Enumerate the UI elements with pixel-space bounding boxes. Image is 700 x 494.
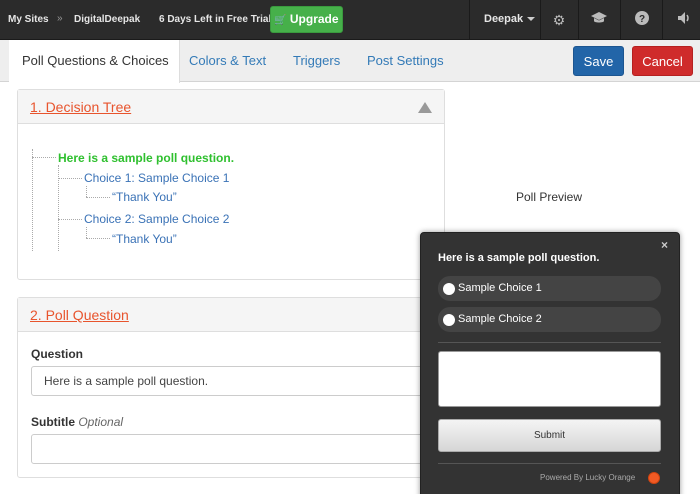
question-input[interactable] [31,366,431,396]
divider [578,0,579,40]
poll-preview-widget: × Here is a sample poll question. Sample… [420,232,680,494]
user-menu[interactable]: Deepak [484,13,536,25]
tree-question[interactable]: Here is a sample poll question. [58,151,234,165]
chevron-down-icon [527,17,536,22]
decision-tree-title[interactable]: 1. Decision Tree [30,99,131,115]
tree-connector [86,197,110,198]
radio-button[interactable] [443,283,455,295]
top-navigation-bar: My Sites » DigitalDeepak 6 Days Left in … [0,0,700,40]
divider [540,0,541,40]
gear-icon[interactable]: ⚙ [549,10,569,30]
lucky-orange-logo-icon [648,472,660,484]
optional-hint: Optional [78,415,124,429]
question-label: Question [31,347,84,361]
preview-choice-label: Sample Choice 2 [458,313,542,325]
trial-status: 6 Days Left in Free Trial [159,14,272,25]
tree-reply-1[interactable]: “Thank You” [112,190,177,204]
cancel-button[interactable]: Cancel [632,46,693,76]
save-button[interactable]: Save [573,46,624,76]
poll-question-panel: 2. Poll Question Question Subtitle Optio… [17,297,445,478]
upgrade-label: Upgrade [289,12,339,26]
radio-button[interactable] [443,314,455,326]
breadcrumb-separator: » [57,13,63,24]
tree-reply-2[interactable]: “Thank You” [112,232,177,246]
decision-tree-header: 1. Decision Tree [18,90,444,124]
tree-choice-1[interactable]: Choice 1: Sample Choice 1 [84,171,229,185]
divider [620,0,621,40]
subtitle-input[interactable] [31,434,431,464]
subtitle-label-text: Subtitle [31,415,75,429]
poll-preview-label: Poll Preview [516,190,583,204]
tree-connector [86,227,87,238]
preview-submit-button[interactable]: Submit [438,419,661,452]
tree-connector [58,219,82,220]
powered-by-text[interactable]: Powered By Lucky Orange [540,473,635,482]
tab-colors-text[interactable]: Colors & Text [189,40,266,82]
upgrade-button[interactable]: 🛒 Upgrade [270,6,343,33]
tree-connector [32,149,33,251]
tree-connector [86,238,110,239]
collapse-icon[interactable] [418,102,432,113]
divider [438,342,661,343]
preview-choice-2[interactable]: Sample Choice 2 [438,307,661,332]
tab-poll-questions-choices[interactable]: Poll Questions & Choices [9,40,180,83]
svg-text:?: ? [639,14,645,25]
divider [469,0,470,40]
graduation-cap-icon[interactable] [589,10,609,30]
volume-icon[interactable] [674,10,694,30]
help-icon[interactable]: ? [632,10,652,30]
decision-tree-panel: 1. Decision Tree Here is a sample poll q… [17,89,445,280]
editor-tab-bar: Poll Questions & Choices Colors & Text T… [0,40,700,83]
user-name: Deepak [484,13,524,25]
poll-question-header: 2. Poll Question [18,298,444,332]
site-name-link[interactable]: DigitalDeepak [74,14,140,26]
preview-choice-1[interactable]: Sample Choice 1 [438,276,661,301]
tree-connector [86,186,87,197]
divider [662,0,663,40]
cart-icon: 🛒 [274,15,287,26]
tree-choice-2[interactable]: Choice 2: Sample Choice 2 [84,212,229,226]
divider [438,463,661,464]
tree-connector [58,178,82,179]
poll-question-title[interactable]: 2. Poll Question [30,307,129,323]
close-icon[interactable]: × [661,238,668,252]
tab-post-settings[interactable]: Post Settings [367,40,444,82]
tree-connector [32,157,56,158]
preview-choice-label: Sample Choice 1 [458,282,542,294]
my-sites-link[interactable]: My Sites [8,14,49,26]
subtitle-label: Subtitle Optional [31,415,123,429]
preview-comment-textarea[interactable] [438,351,661,407]
tab-triggers[interactable]: Triggers [293,40,340,82]
preview-question: Here is a sample poll question. [438,252,600,264]
